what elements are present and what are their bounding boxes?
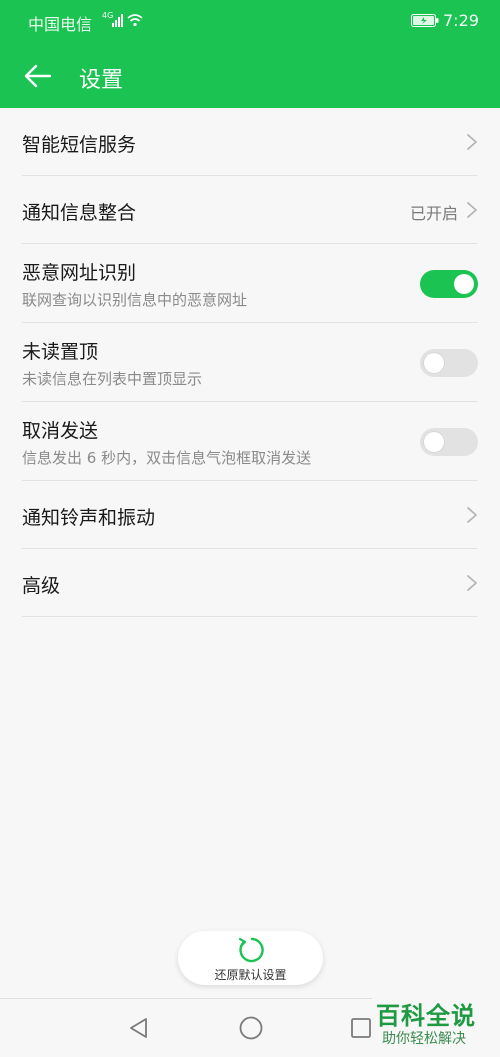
signal-wifi-icon: 4G xyxy=(102,11,143,27)
nav-recent-icon[interactable] xyxy=(350,1017,372,1039)
back-button[interactable] xyxy=(18,56,58,96)
malicious-url-toggle[interactable] xyxy=(420,270,478,298)
chevron-right-icon xyxy=(467,507,477,523)
setting-smart-sms[interactable]: 智能短信服务 xyxy=(22,108,478,176)
top-bar: 中国电信 4G 7:29 设置 xyxy=(0,0,500,108)
toggle-knob xyxy=(424,353,444,373)
settings-list: 智能短信服务 通知信息整合 已开启 恶意网址识别 联网查询以识别信息中的恶意网址… xyxy=(0,108,500,617)
unread-pin-toggle[interactable] xyxy=(420,349,478,377)
chevron-right-icon xyxy=(467,575,477,591)
setting-unread-pin: 未读置顶 未读信息在列表中置顶显示 xyxy=(22,323,478,402)
arrow-left-icon xyxy=(24,64,52,88)
setting-notification-merge[interactable]: 通知信息整合 已开启 xyxy=(22,176,478,244)
setting-value: 已开启 xyxy=(409,204,458,223)
battery-icon xyxy=(411,14,439,27)
setting-ringtone-vibration[interactable]: 通知铃声和振动 xyxy=(22,481,478,549)
setting-label: 通知铃声和振动 xyxy=(22,507,156,529)
toggle-knob xyxy=(454,274,474,294)
setting-advanced[interactable]: 高级 xyxy=(22,549,478,617)
setting-subtitle: 联网查询以识别信息中的恶意网址 xyxy=(22,291,248,309)
setting-label: 通知信息整合 xyxy=(22,202,137,224)
network-type: 4G xyxy=(102,11,113,20)
watermark-title: 百科全说 xyxy=(376,1002,476,1030)
setting-subtitle: 信息发出 6 秒内，双击信息气泡框取消发送 xyxy=(22,449,312,467)
setting-label: 未读置顶 xyxy=(22,341,99,363)
watermark-subtitle: 助你轻松解决 xyxy=(382,1031,466,1047)
setting-malicious-url: 恶意网址识别 联网查询以识别信息中的恶意网址 xyxy=(22,244,478,323)
cancel-send-toggle[interactable] xyxy=(420,428,478,456)
restore-defaults-label: 还原默认设置 xyxy=(214,968,287,982)
chevron-right-icon xyxy=(467,134,477,150)
setting-label: 智能短信服务 xyxy=(22,134,137,156)
nav-home-icon[interactable] xyxy=(238,1015,264,1041)
watermark: 百科全说 助你轻松解决 xyxy=(372,994,500,1057)
setting-cancel-send: 取消发送 信息发出 6 秒内，双击信息气泡框取消发送 xyxy=(22,402,478,481)
setting-label: 高级 xyxy=(22,575,61,597)
page-title: 设置 xyxy=(79,68,124,93)
app-root: 中国电信 4G 7:29 设置 智能短信服务 通知信息整合 已开启 恶意网址识别… xyxy=(0,0,500,1057)
chevron-right-icon xyxy=(467,202,477,218)
carrier-name: 中国电信 xyxy=(28,15,93,34)
setting-label: 恶意网址识别 xyxy=(22,262,137,284)
status-bar: 中国电信 4G 7:29 xyxy=(0,0,500,40)
clock: 7:29 xyxy=(443,11,479,30)
setting-subtitle: 未读信息在列表中置顶显示 xyxy=(22,370,203,388)
nav-back-icon[interactable] xyxy=(127,1016,151,1040)
toggle-knob xyxy=(424,432,444,452)
app-bar: 设置 xyxy=(0,48,500,104)
restore-icon xyxy=(238,937,264,963)
restore-defaults-button[interactable]: 还原默认设置 xyxy=(178,931,323,985)
setting-label: 取消发送 xyxy=(22,420,99,442)
